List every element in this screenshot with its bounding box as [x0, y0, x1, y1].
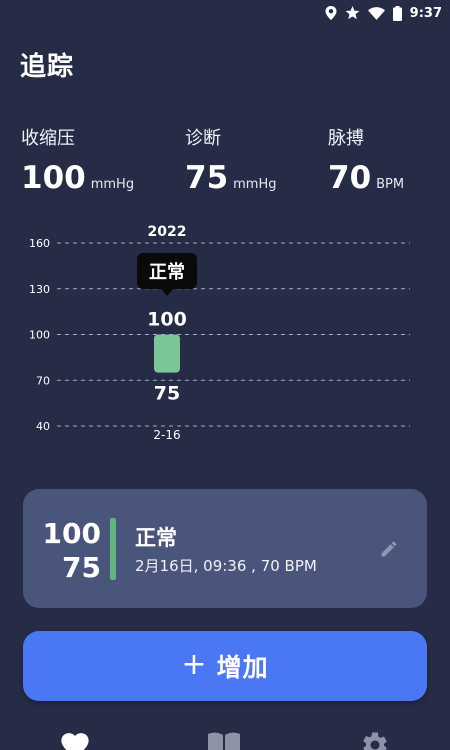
record-detail: 2月16日, 09:36 , 70 BPM — [135, 557, 317, 575]
page-title: 追踪 — [20, 52, 75, 82]
systolic-metric: 收缩压 100 mmHg — [21, 124, 134, 196]
pulse-label: 脉搏 — [328, 128, 364, 149]
pressure-range-bar[interactable] — [154, 334, 180, 373]
pulse-unit: BPM — [376, 177, 405, 192]
status-time: 9:37 — [409, 5, 442, 21]
diagnosis-unit: mmHg — [233, 177, 277, 192]
plus-icon: + — [181, 646, 207, 682]
systolic-unit: mmHg — [90, 177, 135, 192]
tooltip-arrow — [161, 289, 173, 296]
chart-bars[interactable]: 100 75 正常 — [137, 253, 197, 405]
chart-grid: 160 130 100 70 40 — [29, 237, 410, 433]
location-icon — [325, 6, 337, 20]
pulse-value: 70 — [328, 160, 372, 196]
wifi-icon — [367, 6, 385, 20]
x-tick-label: 2-16 — [153, 428, 180, 442]
y-tick-label: 100 — [29, 329, 50, 342]
diagnosis-value: 75 — [185, 160, 229, 196]
chart-x-axis: 2-16 — [153, 428, 180, 442]
y-tick-label: 130 — [29, 283, 50, 296]
battery-icon — [392, 5, 402, 21]
pulse-metric: 脉搏 70 BPM — [328, 124, 404, 196]
y-tick-label: 70 — [36, 374, 50, 387]
tooltip-status-label: 正常 — [149, 261, 185, 283]
add-button-label: 增加 — [216, 653, 269, 682]
status-bar: 9:37 — [0, 0, 450, 26]
record-status: 正常 — [135, 526, 177, 550]
bar-low-label: 75 — [154, 383, 180, 405]
record-card[interactable]: 100 75 正常 2月16日, 09:36 , 70 BPM — [23, 489, 427, 608]
systolic-value: 100 — [21, 160, 86, 196]
y-tick-label: 40 — [36, 420, 50, 433]
systolic-label: 收缩压 — [21, 128, 75, 149]
chart-year-label: 2022 — [148, 224, 187, 240]
star-icon — [345, 6, 360, 20]
record-status-bar — [110, 518, 116, 580]
record-systolic: 100 — [42, 517, 101, 550]
diagnosis-label: 诊断 — [185, 128, 221, 149]
add-record-button[interactable]: + 增加 — [23, 631, 427, 701]
bar-high-label: 100 — [147, 309, 187, 331]
edit-icon[interactable] — [379, 539, 399, 563]
diagnosis-metric: 诊断 75 mmHg — [185, 124, 277, 196]
nav-gear-icon[interactable] — [360, 730, 390, 750]
record-diastolic: 75 — [62, 551, 101, 584]
nav-heart-icon[interactable] — [58, 729, 92, 750]
nav-book-icon[interactable] — [207, 731, 241, 750]
blood-pressure-chart[interactable]: 2022 160 130 100 70 40 100 75 正常 2-16 — [0, 210, 450, 450]
y-tick-label: 160 — [29, 237, 50, 250]
